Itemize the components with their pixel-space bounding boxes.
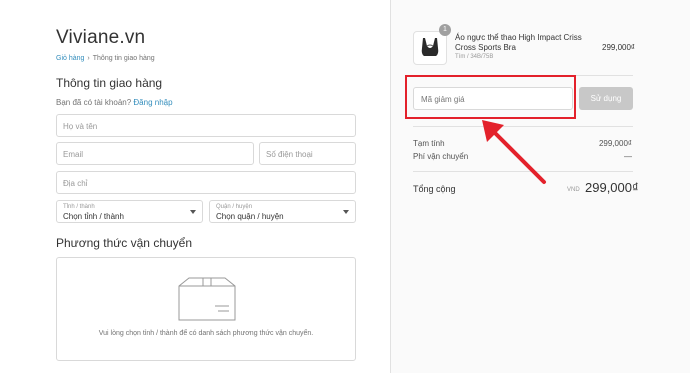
store-logo[interactable]: Viviane.vn bbox=[56, 27, 145, 49]
login-link[interactable]: Đăng nhập bbox=[133, 98, 172, 107]
province-label: Tỉnh / thành bbox=[63, 204, 95, 210]
sports-bra-icon bbox=[421, 38, 439, 56]
email-field[interactable]: Email bbox=[56, 142, 254, 165]
breadcrumb-cart-link[interactable]: Giỏ hàng bbox=[56, 55, 84, 62]
province-select[interactable]: Tỉnh / thành Chọn tỉnh / thành bbox=[56, 200, 203, 223]
phone-placeholder: Số điện thoại bbox=[266, 150, 313, 159]
subtotal-label: Tạm tính bbox=[413, 139, 445, 148]
breadcrumb: Giỏ hàng › Thông tin giao hàng bbox=[56, 55, 155, 62]
coupon-placeholder: Mã giảm giá bbox=[421, 95, 465, 104]
login-prompt-text: Bạn đã có tài khoản? bbox=[56, 98, 132, 107]
total-value: 299,000₫ bbox=[585, 180, 639, 195]
quantity-badge: 1 bbox=[439, 24, 451, 36]
email-placeholder: Email bbox=[63, 150, 84, 159]
shipping-info-heading: Thông tin giao hàng bbox=[56, 76, 163, 90]
district-select[interactable]: Quận / huyện Chọn quận / huyện bbox=[209, 200, 356, 223]
shipping-method-message: Vui lòng chọn tỉnh / thành để có danh sá… bbox=[98, 330, 314, 337]
subtotal-value: 299,000₫ bbox=[598, 139, 632, 148]
fullname-field[interactable]: Họ và tên bbox=[56, 114, 356, 137]
chevron-down-icon bbox=[190, 210, 196, 214]
product-name: Áo ngực thể thao High Impact Criss Cross… bbox=[455, 33, 582, 52]
product-price: 299,000₫ bbox=[602, 43, 636, 52]
address-placeholder: Địa chỉ bbox=[63, 179, 88, 188]
chevron-down-icon bbox=[343, 210, 349, 214]
red-arrow-icon bbox=[482, 120, 546, 184]
product-variant: Tím / 34B/75B bbox=[455, 54, 494, 60]
fullname-placeholder: Họ và tên bbox=[63, 122, 98, 131]
shipping-fee-value: — bbox=[624, 152, 632, 161]
breadcrumb-separator: › bbox=[87, 55, 90, 62]
district-label: Quận / huyện bbox=[216, 204, 253, 210]
shipping-method-heading: Phương thức vận chuyển bbox=[56, 236, 193, 250]
total-currency: VND bbox=[567, 187, 580, 193]
coupon-input[interactable]: Mã giảm giá bbox=[413, 87, 573, 110]
phone-field[interactable]: Số điện thoại bbox=[259, 142, 356, 165]
apply-coupon-button[interactable]: Sử dụng bbox=[579, 87, 633, 110]
package-box-icon bbox=[178, 277, 236, 321]
shipping-method-box: Vui lòng chọn tỉnh / thành để có danh sá… bbox=[56, 257, 356, 361]
total-label: Tổng cộng bbox=[413, 184, 456, 194]
shipping-fee-label: Phí vận chuyển bbox=[413, 152, 469, 161]
product-thumbnail bbox=[413, 31, 447, 65]
checkout-main: Viviane.vn Giỏ hàng › Thông tin giao hàng … bbox=[0, 0, 390, 373]
province-value: Chọn tỉnh / thành bbox=[63, 212, 124, 221]
breadcrumb-current: Thông tin giao hàng bbox=[92, 55, 155, 62]
address-field[interactable]: Địa chỉ bbox=[56, 171, 356, 194]
login-prompt: Bạn đã có tài khoản? Đăng nhập bbox=[56, 98, 173, 107]
district-value: Chọn quận / huyện bbox=[216, 212, 284, 221]
